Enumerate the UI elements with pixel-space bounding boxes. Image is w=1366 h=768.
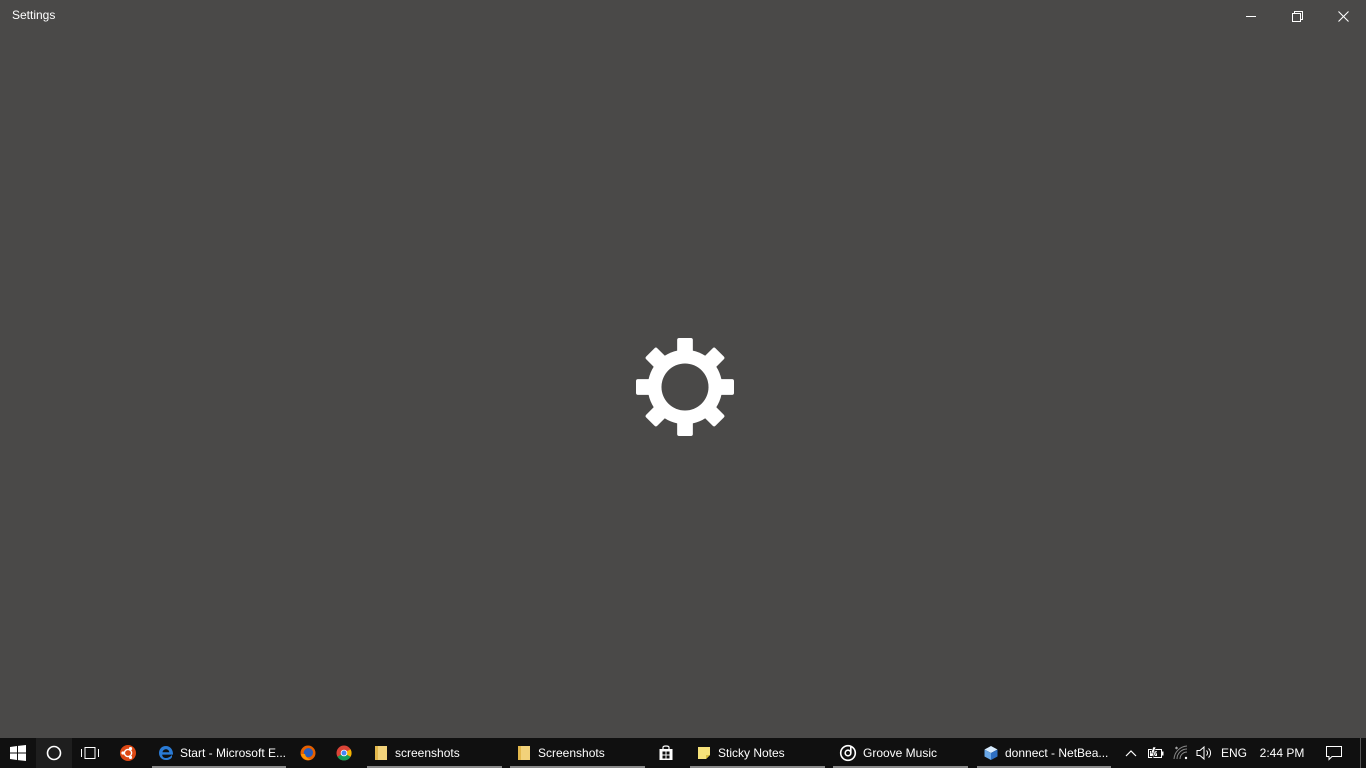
sticky-notes-icon [698, 747, 710, 759]
action-center-button[interactable] [1318, 738, 1350, 768]
show-desktop-button[interactable] [1360, 738, 1366, 768]
clock-time: 2:44 PM [1259, 746, 1305, 760]
chevron-up-icon [1125, 750, 1137, 757]
network-status[interactable]: * [1170, 738, 1192, 768]
taskbar-app-groove-music[interactable]: Groove Music [833, 738, 968, 768]
restore-button[interactable] [1274, 0, 1320, 32]
taskbar-app-netbeans[interactable]: donnect - NetBea... [977, 738, 1111, 768]
taskbar-app-label: Start - Microsoft E... [179, 746, 286, 760]
action-center-icon [1326, 746, 1342, 761]
taskbar-pinned-chrome[interactable] [326, 738, 362, 768]
taskbar-app-sticky-notes[interactable]: Sticky Notes [690, 738, 825, 768]
taskbar-app-edge[interactable]: Start - Microsoft E... [152, 738, 286, 768]
show-hidden-icons-button[interactable] [1120, 738, 1142, 768]
ubuntu-icon [120, 745, 136, 761]
taskbar: Start - Microsoft E... screenshots Scree… [0, 738, 1366, 768]
taskbar-app-label: Screenshots [538, 746, 605, 760]
battery-icon [1148, 747, 1164, 759]
taskbar-pinned-ubuntu[interactable] [110, 738, 146, 768]
taskbar-app-label: Sticky Notes [718, 746, 785, 760]
title-bar[interactable]: Settings [0, 0, 1366, 32]
task-view-button[interactable] [72, 738, 108, 768]
taskbar-app-screenshots-folder-2[interactable]: Screenshots [510, 738, 645, 768]
taskbar-app-label: Groove Music [863, 746, 938, 760]
wifi-icon: * [1173, 745, 1188, 760]
start-button[interactable] [0, 738, 36, 768]
taskbar-pinned-firefox[interactable] [290, 738, 326, 768]
edge-icon [159, 746, 174, 760]
taskbar-app-label: donnect - NetBea... [1005, 746, 1109, 760]
battery-status[interactable] [1144, 738, 1168, 768]
taskbar-app-screenshots-folder[interactable]: screenshots [367, 738, 502, 768]
taskbar-app-label: screenshots [395, 746, 460, 760]
restore-icon [1291, 10, 1303, 22]
close-button[interactable] [1320, 0, 1366, 32]
minimize-icon [1246, 16, 1256, 17]
taskbar-pinned-store[interactable] [648, 738, 684, 768]
cortana-circle-icon [46, 745, 62, 761]
clock[interactable]: 2:44 PM [1254, 738, 1310, 768]
minimize-button[interactable] [1228, 0, 1274, 32]
chrome-icon [336, 745, 352, 761]
folder-icon [518, 746, 530, 760]
cortana-button[interactable] [36, 738, 72, 768]
groove-music-icon [839, 744, 857, 762]
windows-logo-icon [10, 745, 26, 761]
input-language[interactable]: ENG [1218, 738, 1250, 768]
store-icon [659, 745, 673, 760]
settings-window: Settings [0, 0, 1366, 738]
window-title: Settings [12, 8, 56, 22]
netbeans-icon [984, 746, 998, 760]
language-indicator: ENG [1220, 746, 1247, 760]
firefox-icon [300, 745, 316, 761]
svg-text:*: * [1175, 746, 1178, 753]
close-icon [1337, 10, 1349, 22]
gear-icon [636, 338, 734, 436]
folder-icon [375, 746, 387, 760]
volume-icon [1196, 745, 1211, 761]
volume-control[interactable] [1193, 738, 1215, 768]
task-view-icon [81, 747, 99, 759]
